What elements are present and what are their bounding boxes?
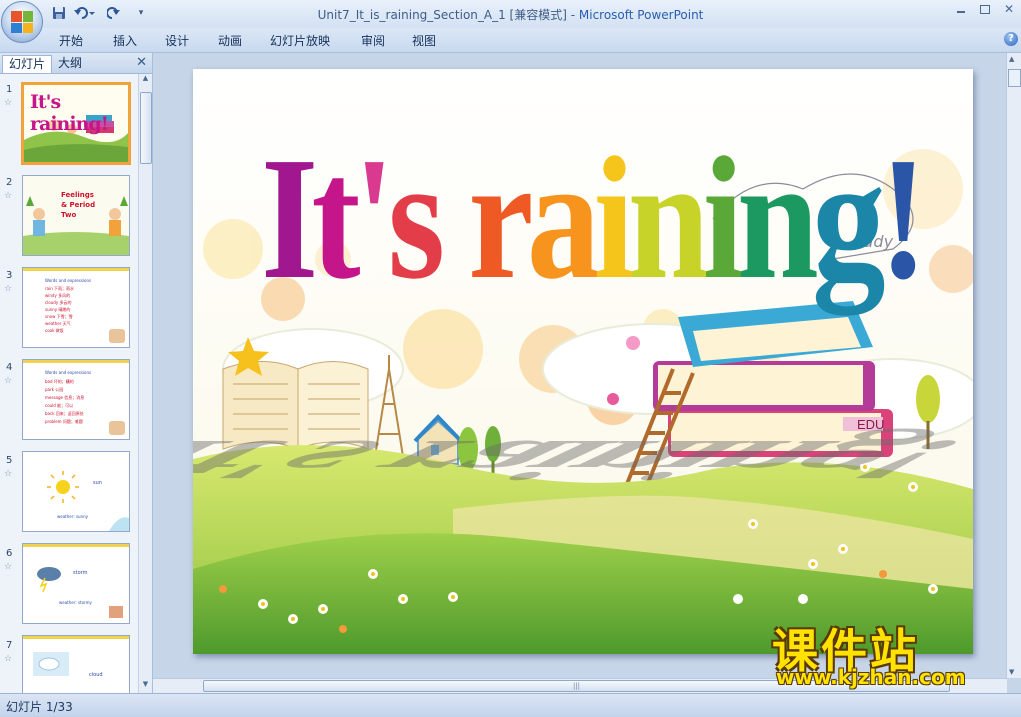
close-button[interactable]: ✕ [1001,2,1017,16]
tab-review[interactable]: 审阅 [361,32,385,49]
thumbnail-title: It's raining! [30,91,109,135]
office-button[interactable] [1,1,43,43]
tab-slideshow[interactable]: 幻灯片放映 [270,32,330,49]
slide-background-illustration: EDU tudy It's raining! It's raining! [193,69,973,654]
title-letter: ! [879,120,921,315]
scroll-up-icon[interactable]: ▲ [1009,55,1014,63]
thumbnail-word: storm [73,570,88,576]
slides-panel: 幻灯片 大纲 ✕ 1 ☆ It's raining! 2 ☆ Feelings … [0,53,153,693]
thumbnail-line: problem 问题；难题 [45,419,83,424]
animation-star-icon: ☆ [4,562,13,572]
thumbnail-line: could 能；可以 [45,403,74,408]
title-letter: n [628,120,708,315]
slide-thumbnail-2[interactable]: Feelings & Period Two [22,175,130,256]
title-letter: s [388,120,442,315]
window-controls: ✕ [953,2,1017,16]
horizontal-scroll-thumb[interactable]: ||| [203,680,950,692]
title-letter: I [261,120,314,315]
scroll-down-icon[interactable]: ▼ [139,680,152,693]
panel-scrollbar[interactable]: ▲ ▼ [138,74,152,693]
tab-slides[interactable]: 幻灯片 [2,55,53,73]
title-letter: r [468,120,531,315]
vertical-scroll-thumb[interactable] [1008,69,1021,87]
slide-thumbnail-7[interactable]: cloud [22,635,130,693]
scroll-down-icon[interactable]: ▼ [1009,668,1014,676]
thumbnail-line: bad 坏的；糟的 [45,379,74,384]
vertical-scrollbar[interactable]: ▲ ▼ [1006,53,1021,678]
animation-star-icon: ☆ [4,654,13,664]
horizontal-scrollbar[interactable]: ||| [153,678,1007,693]
slide-number: 3 [6,270,13,281]
tab-view[interactable]: 视图 [412,32,436,49]
thumbnail-word: cloud [89,672,103,678]
slide-thumbnail-5[interactable]: sun weather: sunny [22,451,130,532]
title-letter: g [812,120,885,315]
document-title: Unit7_It_is_raining_Section_A_1 [兼容模式] - [317,8,579,22]
help-icon[interactable]: ? [1004,32,1018,46]
animation-star-icon: ☆ [4,98,13,108]
title-bar: ▾ Unit7_It_is_raining_Section_A_1 [兼容模式]… [0,0,1021,43]
thumbnail-line: sunny 晴朗的 [45,307,71,312]
slide-title[interactable]: It's raining! [261,120,929,315]
tab-animations[interactable]: 动画 [218,32,242,49]
thumbnail-line: rain 下雨；雨水 [45,286,75,291]
cartoon-image [109,329,125,343]
slide-number: 7 [6,640,13,651]
window-title: Unit7_It_is_raining_Section_A_1 [兼容模式] -… [0,6,1021,23]
slide-number: 4 [6,362,13,373]
animation-star-icon: ☆ [4,191,13,201]
restore-button[interactable] [977,2,993,16]
title-letter: ' [354,120,388,315]
slide-number: 6 [6,548,13,559]
thumbnail-subtext: weather: stormy [59,600,92,605]
thumbnail-line: snow 下雪；雪 [45,314,73,319]
animation-star-icon: ☆ [4,469,13,479]
current-slide[interactable]: EDU tudy It's raining! It's raining! [193,69,973,654]
tab-outline[interactable]: 大纲 [52,55,88,72]
title-letter: n [737,120,817,315]
slide-thumbnail-list: 1 ☆ It's raining! 2 ☆ Feelings & Period … [0,74,138,693]
panel-close-icon[interactable]: ✕ [136,55,147,70]
slide-number: 2 [6,177,13,188]
app-name: Microsoft PowerPoint [578,8,704,22]
panel-tabs: 幻灯片 大纲 ✕ [0,53,152,74]
thumbnail-line: cloudy 多云的 [45,300,72,305]
slide-thumbnail-3[interactable]: Words and expressions rain 下雨；雨水 windy 多… [22,267,130,348]
tab-home[interactable]: 开始 [59,32,83,49]
ribbon-tabs: 开始 插入 设计 动画 幻灯片放映 审阅 视图 ? [0,28,1021,53]
thumbnail-line: park 公园 [45,387,64,392]
thumbnail-title: Feelings & Period Two [61,191,96,219]
thumbnail-title: Words and expressions [45,278,92,283]
thumbnail-word: sun [93,480,102,486]
slide-number: 1 [6,84,13,95]
thumbnail-line: windy 多风的 [45,293,71,298]
slide-thumbnail-6[interactable]: storm weather: stormy [22,543,130,624]
minimize-button[interactable] [953,2,969,16]
animation-star-icon: ☆ [4,284,13,294]
thumbnail-line: back 回来；返回原处 [45,411,84,416]
tab-design[interactable]: 设计 [165,32,189,49]
cartoon-image [109,421,125,435]
title-letter: a [527,120,599,315]
thumbnail-line: message 信息；消息 [45,395,85,400]
title-reflection: It's raining! [193,428,973,491]
animation-star-icon: ☆ [4,376,13,386]
thumbnail-line: cook 做饭 [45,328,64,333]
thumbnail-line: weather 天气 [45,321,71,326]
status-bar: 幻灯片 1/33 [0,693,1021,717]
slide-thumbnail-1[interactable]: It's raining! [21,82,131,165]
slide-thumbnail-4[interactable]: Words and expressions bad 坏的；糟的 park 公园 … [22,359,130,440]
office-logo-icon [11,11,33,33]
slide-number: 5 [6,455,13,466]
thumbnail-title: Words and expressions [45,370,92,375]
scroll-up-icon[interactable]: ▲ [139,74,152,87]
tab-insert[interactable]: 插入 [113,32,137,49]
slide-editing-area: EDU tudy It's raining! It's raining! ▲ ▼… [153,53,1021,693]
thumbnail-subtext: weather: sunny [57,514,88,519]
slide-indicator: 幻灯片 1/33 [6,700,73,714]
panel-scroll-thumb[interactable] [140,92,152,164]
